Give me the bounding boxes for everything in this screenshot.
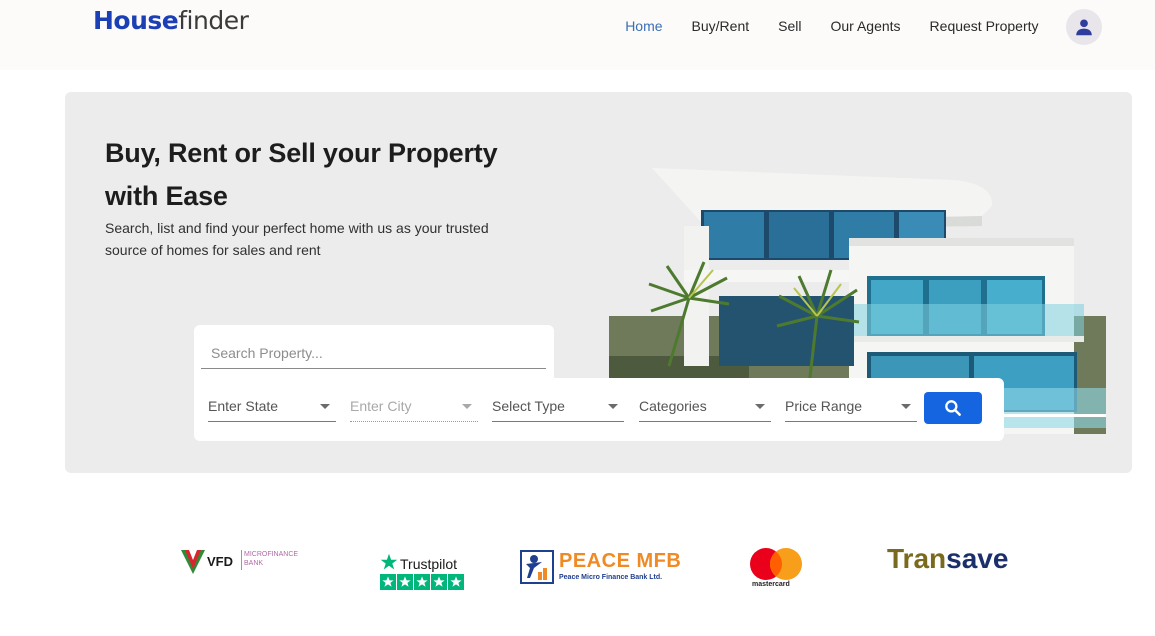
rating-star-icon <box>414 574 430 590</box>
vfd-sub2: BANK <box>244 560 264 567</box>
search-icon <box>945 400 961 416</box>
caret-down-icon <box>320 404 330 409</box>
caret-down-icon <box>608 404 618 409</box>
vfd-name: VFD <box>207 554 233 569</box>
partner-vfd-logo: VFD MICROFINANCE BANK <box>180 546 310 578</box>
price-range-select[interactable]: Price Range <box>785 392 917 422</box>
trustpilot-rating-stars <box>380 574 464 590</box>
city-select-label: Enter City <box>350 398 412 414</box>
caret-down-icon <box>462 404 472 409</box>
trustpilot-name: Trustpilot <box>400 556 458 572</box>
partner-peace-mfb-logo: PEACE MFB Peace Micro Finance Bank Ltd. <box>520 550 682 586</box>
hero-subtitle: Search, list and find your perfect home … <box>105 220 489 258</box>
nav-buy-rent[interactable]: Buy/Rent <box>677 18 764 34</box>
type-select[interactable]: Select Type <box>492 392 624 422</box>
logo-part-house: House <box>93 6 179 35</box>
nav-sell[interactable]: Sell <box>764 18 816 34</box>
trustpilot-star-icon <box>380 553 398 570</box>
nav-home[interactable]: Home <box>611 18 677 34</box>
rating-star-icon <box>448 574 464 590</box>
housefinder-logo[interactable]: Housefinder <box>93 6 249 35</box>
rating-star-icon <box>397 574 413 590</box>
rating-star-icon <box>380 574 396 590</box>
categories-select[interactable]: Categories <box>639 392 771 422</box>
caret-down-icon <box>901 404 911 409</box>
mastercard-circles-icon <box>750 548 802 580</box>
main-nav: Home Buy/Rent Sell Our Agents Request Pr… <box>611 18 1053 34</box>
type-select-label: Select Type <box>492 398 565 414</box>
peace-mfb-emblem-icon <box>520 550 554 584</box>
vfd-divider <box>241 550 242 570</box>
vfd-check-icon <box>181 550 205 574</box>
price-range-select-label: Price Range <box>785 398 863 414</box>
transave-part-tran: Tran <box>887 543 947 574</box>
categories-select-label: Categories <box>639 398 707 414</box>
mastercard-name: mastercard <box>752 581 790 588</box>
peace-mfb-name: PEACE MFB <box>559 550 682 572</box>
state-select[interactable]: Enter State <box>208 392 336 422</box>
search-property-input[interactable] <box>201 337 546 369</box>
vfd-sub1: MICROFINANCE <box>244 551 299 558</box>
user-avatar-button[interactable] <box>1066 9 1102 45</box>
rating-star-icon <box>431 574 447 590</box>
person-icon <box>1076 19 1092 36</box>
partner-trustpilot-logo: Trustpilot <box>380 553 464 591</box>
hero-title: Buy, Rent or Sell your Property with Eas… <box>105 138 498 211</box>
nav-our-agents[interactable]: Our Agents <box>816 18 915 34</box>
search-button[interactable] <box>924 392 982 424</box>
top-header: Housefinder Home Buy/Rent Sell Our Agent… <box>0 0 1155 70</box>
nav-request-property[interactable]: Request Property <box>915 18 1053 34</box>
partner-mastercard-logo: mastercard <box>748 546 806 590</box>
city-select[interactable]: Enter City <box>350 392 478 422</box>
logo-part-finder: finder <box>178 6 249 35</box>
peace-mfb-subtitle: Peace Micro Finance Bank Ltd. <box>559 574 663 581</box>
caret-down-icon <box>755 404 765 409</box>
transave-part-save: save <box>946 543 1009 574</box>
partner-transave-logo: Transave <box>887 543 1027 577</box>
state-select-label: Enter State <box>208 398 279 414</box>
